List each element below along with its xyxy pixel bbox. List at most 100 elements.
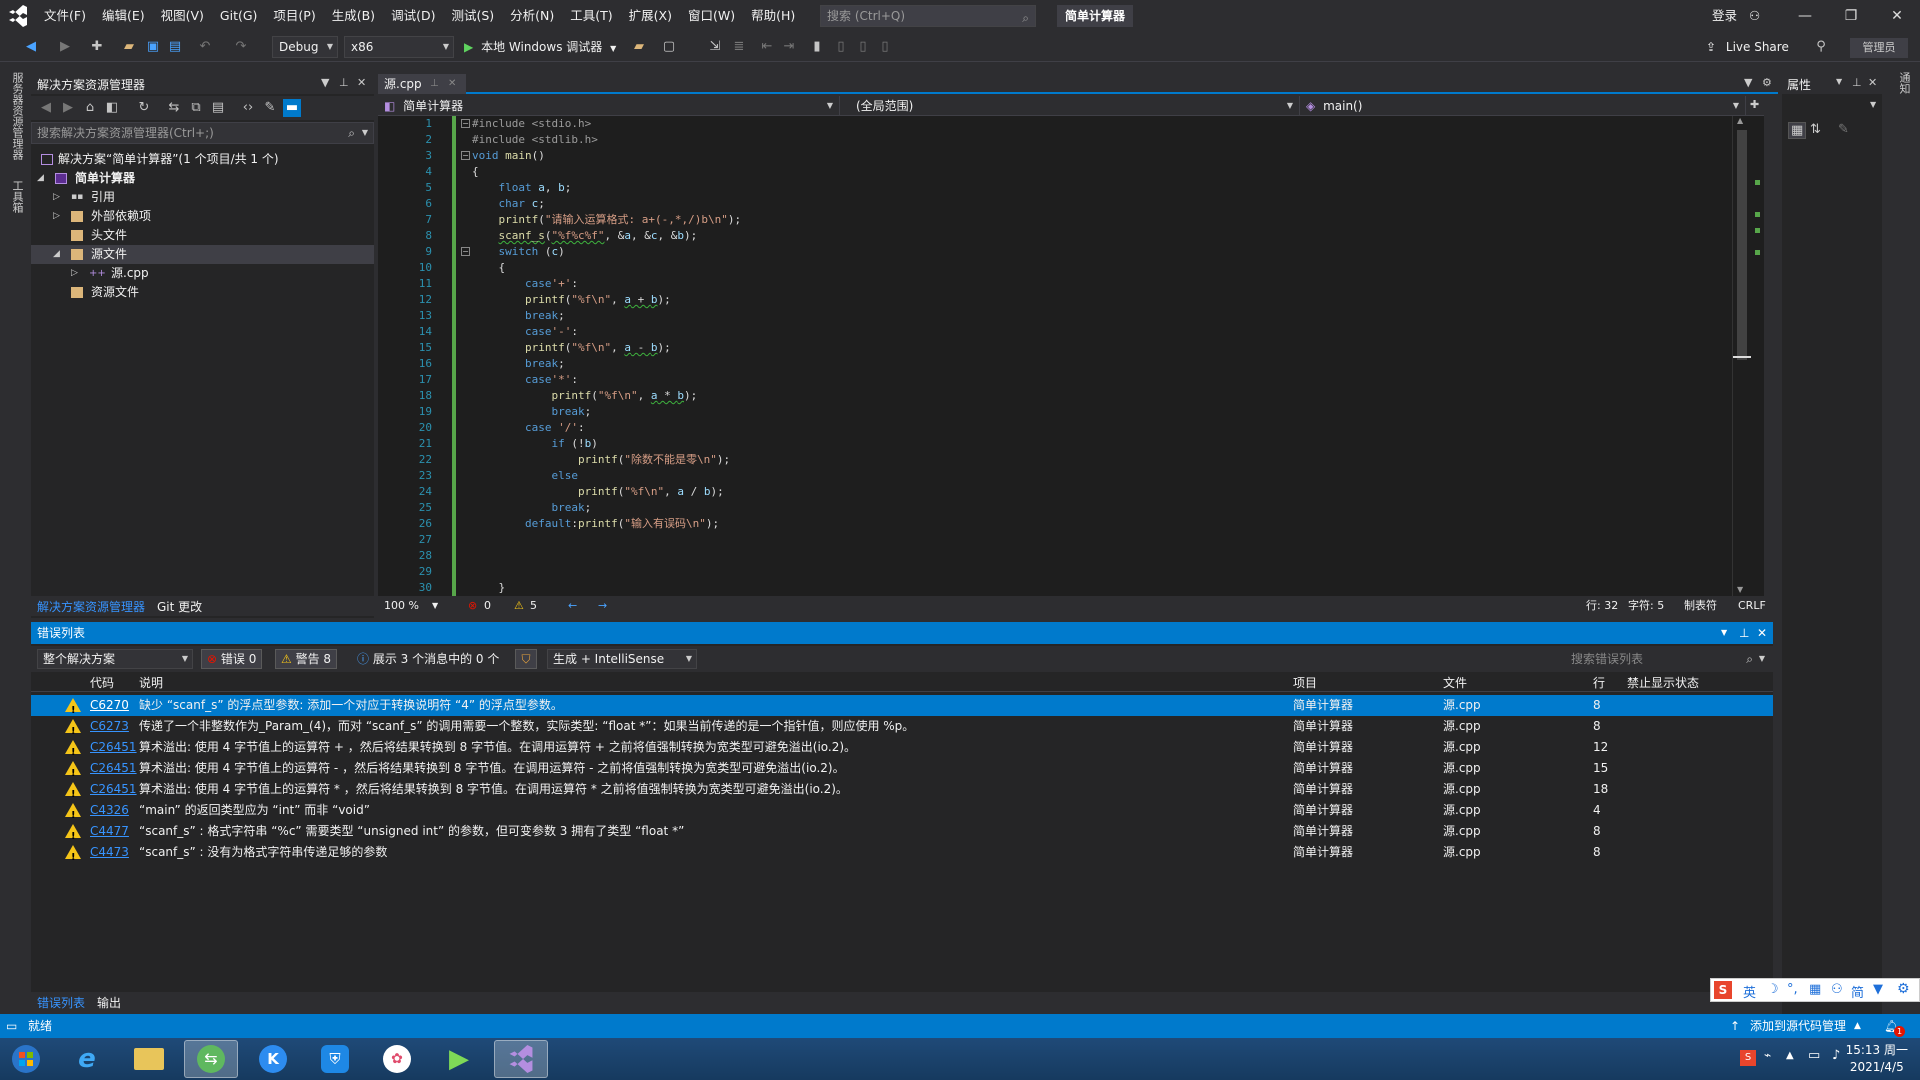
- error-row[interactable]: C6270 缺少 “scanf_s” 的浮点型参数: 添加一个对应于转换说明符 …: [31, 695, 1773, 721]
- error-row[interactable]: C6273 传递了一个非整数作为_Param_(4)，而对 “scanf_s” …: [31, 716, 1773, 742]
- tree-item-source-files[interactable]: ◢ 源文件: [31, 245, 374, 264]
- user-icon[interactable]: ⚇: [1831, 982, 1843, 997]
- chevron-down-icon[interactable]: ▼: [1744, 76, 1752, 89]
- error-row[interactable]: C26451 算术溢出: 使用 4 字节值上的运算符 + ，然后将结果转换到 8…: [31, 737, 1773, 763]
- pin-icon[interactable]: ⊥: [430, 74, 439, 94]
- settings-icon[interactable]: ⚙: [1897, 981, 1910, 997]
- tree-item-external-deps[interactable]: ▷ 外部依赖项: [31, 207, 374, 226]
- taskbar-k-app-icon[interactable]: K: [246, 1040, 300, 1078]
- minimize-button[interactable]: —: [1782, 0, 1828, 32]
- sogou-logo-icon[interactable]: S: [1714, 981, 1732, 999]
- start-button[interactable]: [2, 1040, 50, 1078]
- window-icon[interactable]: ▢: [660, 38, 678, 56]
- back-icon[interactable]: ◀: [22, 38, 40, 56]
- close-window-button[interactable]: ✕: [1874, 0, 1920, 32]
- sync-icon[interactable]: ⇆: [165, 99, 183, 117]
- clear-bookmarks-icon[interactable]: ▯: [876, 38, 894, 56]
- platform-select[interactable]: x86 ▼: [344, 36, 454, 58]
- scope-filter-select[interactable]: 整个解决方案 ▼: [37, 649, 193, 669]
- errors-filter-button[interactable]: ⊗ 错误 0: [201, 649, 263, 669]
- scroll-thumb[interactable]: [1737, 130, 1747, 360]
- error-code-link[interactable]: C26451: [90, 758, 137, 779]
- save-all-icon[interactable]: ▤: [166, 38, 184, 56]
- menu-file[interactable]: 文件(F): [36, 0, 94, 32]
- menu-test[interactable]: 测试(S): [443, 0, 502, 32]
- taskbar-sync-app-icon[interactable]: ⇆: [184, 1040, 238, 1078]
- forward-icon[interactable]: ▶: [56, 38, 74, 56]
- chevron-down-icon[interactable]: ▼: [321, 76, 329, 89]
- pin-icon[interactable]: ⊥: [1852, 76, 1862, 89]
- start-debugging-button[interactable]: ▶ 本地 Windows 调试器 ▼: [464, 36, 616, 58]
- scope-select[interactable]: (全局范围) ▼: [840, 96, 1300, 116]
- chevron-down-icon[interactable]: ▼: [1836, 77, 1842, 86]
- bookmark-icon[interactable]: ▮: [808, 38, 826, 56]
- error-code-link[interactable]: C6273: [90, 716, 129, 737]
- menu-edit[interactable]: 编辑(E): [94, 0, 153, 32]
- add-to-source-control-button[interactable]: 添加到源代码管理: [1750, 1014, 1846, 1038]
- notifications-tab[interactable]: 通知: [1896, 72, 1912, 94]
- code-icon[interactable]: ‹›: [239, 99, 257, 117]
- chevron-down-icon[interactable]: ▼: [1870, 100, 1876, 109]
- project-select[interactable]: ◧ 简单计算器 ▼: [378, 96, 840, 116]
- taskbar-clock[interactable]: 15:13 周一 2021/4/5: [1846, 1042, 1908, 1076]
- gear-icon[interactable]: ⚙: [1762, 76, 1772, 89]
- tray-action-center-icon[interactable]: ▭: [1808, 1048, 1820, 1063]
- ime-mode[interactable]: 简: [1851, 982, 1864, 1001]
- keyboard-icon[interactable]: ▦: [1809, 982, 1821, 997]
- login-button[interactable]: 登录 ⚇: [1712, 0, 1760, 32]
- tree-item-project[interactable]: ◢ 简单计算器: [31, 169, 374, 188]
- tree-item-solution[interactable]: 解决方案“简单计算器”(1 个项目/共 1 个): [31, 150, 374, 169]
- punctuation-icon[interactable]: °,: [1787, 982, 1798, 997]
- error-count[interactable]: 0: [484, 596, 491, 616]
- menu-window[interactable]: 窗口(W): [680, 0, 743, 32]
- tab-git-changes[interactable]: Git 更改: [157, 598, 202, 615]
- taskbar-explorer-icon[interactable]: [122, 1040, 176, 1078]
- property-pages-icon[interactable]: ✎: [1838, 122, 1849, 137]
- redo-icon[interactable]: ↷: [232, 38, 250, 56]
- tray-volume-icon[interactable]: ♪: [1832, 1048, 1840, 1063]
- scroll-up-arrow-icon[interactable]: ▲: [1737, 116, 1743, 125]
- column-description[interactable]: 说明: [139, 674, 163, 692]
- close-icon[interactable]: ✕: [1757, 622, 1767, 644]
- chevron-down-icon[interactable]: ▼: [1721, 622, 1727, 644]
- warning-count[interactable]: 5: [530, 596, 537, 616]
- column-suppression[interactable]: 禁止显示状态: [1627, 674, 1699, 692]
- open-folder-icon[interactable]: ▰: [120, 38, 138, 56]
- live-share-button[interactable]: ⇪ Live Share: [1706, 36, 1789, 58]
- new-project-icon[interactable]: ✚: [88, 38, 106, 56]
- tab-output[interactable]: 输出: [97, 994, 121, 1011]
- close-tab-icon[interactable]: ✕: [448, 74, 456, 94]
- skin-icon[interactable]: ▼: [1873, 982, 1883, 997]
- collapse-all-icon[interactable]: ⧉: [187, 99, 205, 117]
- build-filter-select[interactable]: 生成 + IntelliSense ▼: [547, 649, 697, 669]
- taskbar-visual-studio-icon[interactable]: [494, 1040, 548, 1078]
- configuration-select[interactable]: Debug ▼: [272, 36, 338, 58]
- forward-icon[interactable]: ▶: [59, 99, 77, 117]
- error-code-link[interactable]: C6270: [90, 695, 129, 716]
- collapsed-arrow-icon[interactable]: ▷: [71, 264, 78, 283]
- warnings-filter-button[interactable]: ⚠ 警告 8: [275, 649, 338, 669]
- show-all-files-icon[interactable]: ▤: [209, 99, 227, 117]
- chevron-up-icon[interactable]: ▲: [1854, 1014, 1861, 1038]
- tab-source-cpp[interactable]: 源.cpp ⊥ ✕: [378, 74, 466, 94]
- menu-git[interactable]: Git(G): [212, 0, 266, 32]
- error-code-link[interactable]: C26451: [90, 737, 137, 758]
- column-project[interactable]: 项目: [1293, 674, 1317, 692]
- error-row[interactable]: C4477 “scanf_s” : 格式字符串 “%c” 需要类型 “unsig…: [31, 821, 1773, 847]
- solution-icon[interactable]: ◧: [103, 99, 121, 117]
- vertical-scrollbar[interactable]: ▲ ▼: [1732, 116, 1751, 596]
- member-select[interactable]: ◈ main() ▼: [1300, 96, 1746, 116]
- wrench-icon[interactable]: ✎: [261, 99, 279, 117]
- categorized-icon[interactable]: ▦: [1788, 122, 1807, 139]
- folder-icon[interactable]: ▰: [630, 38, 648, 56]
- column-code[interactable]: 代码: [90, 674, 114, 692]
- tree-item-references[interactable]: ▷ ▪▪ 引用: [31, 188, 374, 207]
- column-line[interactable]: 行: [1593, 674, 1605, 692]
- scroll-down-arrow-icon[interactable]: ▼: [1737, 585, 1743, 594]
- close-icon[interactable]: ✕: [1868, 76, 1877, 89]
- code-editor[interactable]: 1 2 3 4 5 6 7 8 9 10 11 12 13 14 15 16 17 18 19 20 21 22 23 24 2…: [378, 116, 1764, 596]
- arrow-left-icon[interactable]: ←: [568, 596, 577, 616]
- indent-mode[interactable]: 制表符: [1684, 596, 1717, 616]
- error-row[interactable]: C4473 “scanf_s” : 没有为格式字符串传递足够的参数 简单计算器 …: [31, 842, 1773, 868]
- tray-sogou-icon[interactable]: S: [1740, 1050, 1756, 1066]
